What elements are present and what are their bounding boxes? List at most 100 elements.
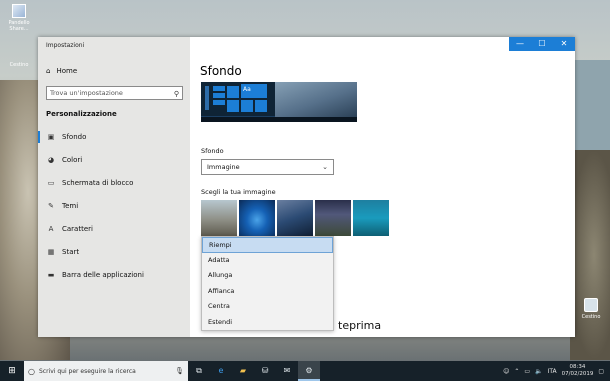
fit-option-estendi[interactable]: Estendi	[202, 315, 333, 331]
home-label: Home	[56, 67, 78, 75]
recycle-bin-label: Cestino	[581, 314, 601, 320]
picture-icon: ▣	[47, 133, 55, 141]
settings-icon[interactable]: ⚙	[298, 361, 320, 381]
start-icon: ▦	[47, 248, 55, 256]
settings-search-input[interactable]: Trova un'impostazione ⚲	[46, 86, 183, 100]
sidebar-item-colori[interactable]: ◕ Colori	[38, 152, 190, 168]
fit-option-centra[interactable]: Centra	[202, 299, 333, 315]
sidebar-item-start[interactable]: ▦ Start	[38, 244, 190, 260]
microphone-icon: 🎙	[175, 367, 184, 375]
sidebar-item-temi[interactable]: ✎ Temi	[38, 198, 190, 214]
settings-sidebar: Impostazioni ⌂ Home Trova un'impostazion…	[38, 37, 190, 337]
people-icon[interactable]: ☺	[503, 368, 509, 375]
notifications-icon[interactable]: ▢	[598, 368, 604, 375]
sidebar-item-label: Start	[62, 248, 80, 256]
background-type-label: Sfondo	[201, 147, 224, 155]
window-title: Impostazioni	[46, 42, 85, 49]
desktop-wallpaper-rocks-right	[570, 150, 610, 360]
home-icon: ⌂	[46, 67, 51, 75]
shortcut-icon	[12, 4, 26, 18]
desktop-recycle-bin-top[interactable]: Cestino	[2, 62, 36, 68]
sidebar-item-sfondo[interactable]: ▣ Sfondo	[38, 129, 190, 145]
lock-screen-icon: ▭	[47, 179, 55, 187]
desktop-shortcut-label: Pandello Share...	[8, 20, 30, 32]
sidebar-item-label: Barra delle applicazioni	[62, 271, 144, 279]
preview-tile	[205, 86, 209, 110]
sidebar-item-barra-delle-applicazioni[interactable]: ▬ Barra delle applicazioni	[38, 267, 190, 283]
window-controls: — ☐ ✕	[509, 37, 575, 51]
image-thumbnails	[201, 200, 389, 236]
language-indicator[interactable]: ITA	[548, 368, 557, 375]
fit-dropdown-menu: Riempi Adatta Allunga Affianca Centra Es…	[201, 236, 334, 331]
preview-tile	[255, 100, 267, 112]
chevron-up-icon[interactable]: ⌃	[514, 368, 519, 375]
taskbar-search-box[interactable]: ○ Scrivi qui per eseguire la ricerca 🎙	[24, 361, 188, 381]
taskbar-icon: ▬	[47, 271, 55, 279]
wallpaper-thumbnail[interactable]	[239, 200, 275, 236]
desktop-wallpaper-sea	[570, 60, 610, 150]
page-title: Sfondo	[200, 64, 242, 78]
preview-tile	[227, 86, 239, 98]
sidebar-item-label: Colori	[62, 156, 83, 164]
wallpaper-thumbnail[interactable]	[201, 200, 237, 236]
sidebar-item-label: Schermata di blocco	[62, 179, 134, 187]
sidebar-item-schermata-di-blocco[interactable]: ▭ Schermata di blocco	[38, 175, 190, 191]
clock-time: 08:34	[569, 364, 586, 370]
preview-tile	[227, 100, 239, 112]
mail-icon[interactable]: ✉	[276, 361, 298, 381]
taskbar-search-placeholder: Scrivi qui per eseguire la ricerca	[38, 367, 136, 375]
search-placeholder: Trova un'impostazione	[50, 89, 123, 97]
preview-tile	[213, 86, 225, 91]
fit-option-affianca[interactable]: Affianca	[202, 284, 333, 300]
preview-wallpaper	[275, 82, 357, 117]
wallpaper-thumbnail[interactable]	[353, 200, 389, 236]
font-icon: A	[48, 225, 54, 233]
chevron-down-icon: ⌄	[322, 163, 328, 171]
palette-icon: ◕	[47, 156, 55, 164]
wallpaper-thumbnail[interactable]	[277, 200, 313, 236]
wallpaper-thumbnail[interactable]	[315, 200, 351, 236]
taskbar: ⊞ ○ Scrivi qui per eseguire la ricerca 🎙…	[0, 361, 610, 381]
fit-option-allunga[interactable]: Allunga	[202, 268, 333, 284]
home-nav[interactable]: ⌂ Home	[46, 67, 77, 75]
store-icon[interactable]: ⛁	[254, 361, 276, 381]
sidebar-item-label: Temi	[62, 202, 79, 210]
clock-date: 07/02/2019	[561, 371, 594, 377]
background-preview: Aa	[201, 82, 357, 122]
settings-window: Impostazioni ⌂ Home Trova un'impostazion…	[38, 37, 575, 337]
sidebar-item-label: Caratteri	[62, 225, 93, 233]
fit-option-riempi[interactable]: Riempi	[202, 237, 333, 253]
desktop-shortcut-icon[interactable]: Pandello Share...	[2, 4, 36, 32]
close-button[interactable]: ✕	[553, 37, 575, 51]
recycle-bin-top-label: Cestino	[9, 62, 29, 68]
fit-option-adatta[interactable]: Adatta	[202, 253, 333, 269]
clock[interactable]: 08:34 07/02/2019	[562, 364, 594, 378]
preview-tile-aa: Aa	[241, 84, 267, 98]
choose-image-label: Scegli la tua immagine	[201, 188, 276, 196]
settings-content: Sfondo Aa Sfondo Immagine ⌄ Scegli la tu…	[190, 51, 575, 337]
preview-tile	[213, 100, 225, 105]
background-type-value: Immagine	[207, 163, 240, 171]
file-explorer-icon[interactable]: ▰	[232, 361, 254, 381]
minimize-button[interactable]: —	[509, 37, 531, 51]
sidebar-item-caratteri[interactable]: A Caratteri	[38, 221, 190, 237]
preview-tile	[213, 93, 225, 98]
section-title: Personalizzazione	[46, 110, 117, 118]
start-button[interactable]: ⊞	[0, 361, 24, 381]
edge-icon[interactable]: e	[210, 361, 232, 381]
task-view-icon[interactable]: ⧉	[188, 361, 210, 381]
maximize-button[interactable]: ☐	[531, 37, 553, 51]
cortana-icon: ○	[28, 366, 35, 376]
system-tray: ☺ ⌃ ▭ 🔈 ITA 08:34 07/02/2019 ▢	[503, 361, 610, 381]
recycle-bin-icon	[584, 298, 598, 312]
brush-icon: ✎	[48, 202, 54, 210]
search-icon: ⚲	[173, 90, 179, 98]
background-type-select[interactable]: Immagine ⌄	[201, 159, 334, 175]
preview-tile	[241, 100, 253, 112]
preview-taskbar	[201, 117, 357, 122]
partial-heading: teprima	[338, 319, 382, 332]
sidebar-item-label: Sfondo	[62, 133, 87, 141]
network-icon[interactable]: ▭	[524, 368, 530, 375]
desktop-recycle-bin[interactable]: Cestino	[574, 298, 608, 320]
volume-icon[interactable]: 🔈	[535, 368, 542, 375]
